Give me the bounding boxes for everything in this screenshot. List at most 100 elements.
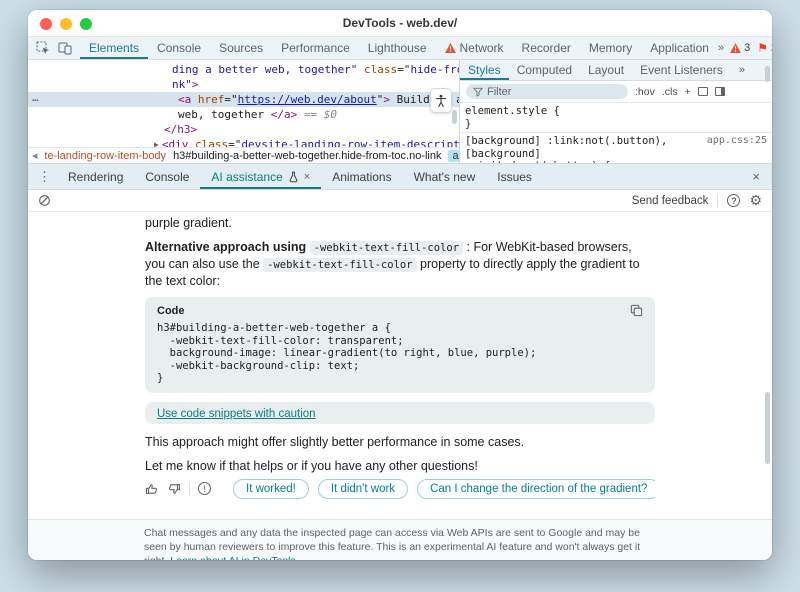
tab-whats-new[interactable]: What's new bbox=[403, 164, 487, 189]
stylesheet-source-link[interactable]: app.css:25 bbox=[707, 135, 767, 160]
styles-more-tabs-icon[interactable]: » bbox=[731, 60, 752, 80]
tab-computed[interactable]: Computed bbox=[509, 60, 580, 80]
devtools-window: DevTools - web.dev/ Elements Console Sou… bbox=[28, 10, 772, 560]
code-block-title: Code bbox=[157, 305, 185, 317]
toggle-element-state-button[interactable]: :hov bbox=[635, 86, 655, 98]
element-classes-button[interactable]: .cls bbox=[662, 86, 678, 98]
ai-disclaimer-footer: Chat messages and any data the inspected… bbox=[28, 519, 772, 560]
styles-rules: element.style { } [background] :link:not… bbox=[460, 103, 772, 163]
breadcrumb-item[interactable]: h3#building-a-better-web-together.hide-f… bbox=[173, 150, 441, 162]
experiment-flask-icon bbox=[288, 171, 299, 183]
ai-settings-gear-icon[interactable]: ⚙ bbox=[749, 193, 762, 209]
code-block-content[interactable]: h3#building-a-better-web-together a { -w… bbox=[157, 322, 643, 385]
context-row: a bbox=[145, 519, 655, 520]
tab-issues[interactable]: Issues bbox=[486, 164, 543, 189]
caution-link[interactable]: Use code snippets with caution bbox=[157, 408, 316, 420]
help-icon[interactable]: ? bbox=[727, 194, 740, 207]
tab-sources[interactable]: Sources bbox=[210, 37, 272, 59]
tab-application[interactable]: Application bbox=[641, 37, 718, 59]
breadcrumb: ◀ te-landing-row-item-body h3#building-a… bbox=[28, 147, 459, 163]
accessibility-button[interactable] bbox=[430, 88, 452, 113]
report-issue-icon[interactable]: ! bbox=[198, 482, 211, 495]
tab-memory[interactable]: Memory bbox=[580, 37, 641, 59]
styles-scrollbar[interactable] bbox=[765, 66, 770, 82]
ai-chat-area: purple gradient. Alternative approach us… bbox=[28, 212, 772, 519]
gutter-marker: … bbox=[32, 91, 39, 104]
send-feedback-button[interactable]: Send feedback bbox=[632, 195, 709, 207]
issues-badge[interactable]: ⚑ 29 bbox=[757, 41, 772, 55]
inspect-element-icon[interactable] bbox=[36, 41, 50, 55]
toolbar-divider bbox=[717, 194, 718, 207]
chat-scrollbar[interactable] bbox=[765, 392, 770, 464]
thumbs-down-icon[interactable] bbox=[167, 482, 181, 496]
code-caution-strip: Use code snippets with caution bbox=[145, 402, 655, 424]
dom-tree-line[interactable]: web, together </a> == $0 bbox=[28, 107, 459, 122]
tab-styles[interactable]: Styles bbox=[460, 60, 509, 80]
suggestion-chips: It worked! It didn't work Can I change t… bbox=[233, 479, 655, 499]
dom-tree-line[interactable]: nk"> bbox=[28, 77, 459, 92]
chat-paragraph: purple gradient. bbox=[145, 215, 655, 231]
panel-tabs: Elements Console Sources Performance Lig… bbox=[80, 37, 718, 59]
learn-about-ai-link[interactable]: Learn about AI in DevTools bbox=[170, 555, 296, 560]
tab-performance[interactable]: Performance bbox=[272, 37, 359, 59]
suggestion-chip[interactable]: It worked! bbox=[233, 479, 309, 499]
network-warning-icon bbox=[445, 43, 456, 53]
tab-animations[interactable]: Animations bbox=[321, 164, 402, 189]
window-title: DevTools - web.dev/ bbox=[343, 16, 457, 30]
copy-code-icon[interactable] bbox=[630, 304, 643, 317]
paint-format-icon[interactable] bbox=[698, 87, 708, 96]
dom-tree-line[interactable]: <a href="https://web.dev/about"> Buildin… bbox=[28, 92, 459, 107]
tab-rendering[interactable]: Rendering bbox=[57, 164, 134, 189]
computed-sidebar-icon[interactable] bbox=[715, 87, 725, 96]
suggestion-chip[interactable]: It didn't work bbox=[318, 479, 408, 499]
filter-funnel-icon bbox=[473, 87, 483, 97]
chat-paragraph: Alternative approach using -webkit-text-… bbox=[145, 239, 655, 289]
selected-element-chip[interactable]: a bbox=[168, 519, 187, 520]
feedback-row: ! It worked! It didn't work Can I change… bbox=[145, 479, 655, 499]
inline-code: -webkit-text-fill-color bbox=[310, 241, 463, 255]
breadcrumb-item[interactable]: te-landing-row-item-body bbox=[44, 150, 166, 162]
css-rule[interactable]: [background] :link:not(.button), [backgr… bbox=[465, 135, 767, 160]
clear-chat-icon[interactable] bbox=[38, 194, 51, 207]
rule-divider bbox=[460, 132, 772, 133]
tab-network[interactable]: Network bbox=[436, 37, 513, 59]
ai-toolbar: Send feedback ? ⚙ bbox=[28, 190, 772, 212]
titlebar: DevTools - web.dev/ bbox=[28, 10, 772, 37]
breadcrumb-item-selected[interactable]: a bbox=[448, 150, 459, 162]
elements-scrollbar[interactable] bbox=[452, 110, 457, 124]
suggestion-chip[interactable]: Can I change the direction of the gradie… bbox=[417, 479, 655, 499]
tab-layout[interactable]: Layout bbox=[580, 60, 632, 80]
tab-lighthouse[interactable]: Lighthouse bbox=[359, 37, 436, 59]
issues-flag-icon: ⚑ bbox=[757, 41, 768, 55]
dom-tree-line[interactable]: </h3> bbox=[28, 122, 459, 137]
tab-recorder[interactable]: Recorder bbox=[513, 37, 580, 59]
zoom-button[interactable] bbox=[80, 18, 92, 30]
chat-paragraph: Let me know if that helps or if you have… bbox=[145, 458, 655, 474]
code-block: Code h3#building-a-better-web-together a… bbox=[145, 297, 655, 393]
styles-filter-input[interactable]: Filter bbox=[466, 84, 628, 99]
new-style-rule-button[interactable]: + bbox=[685, 86, 691, 98]
chat-paragraph: This approach might offer slightly bette… bbox=[145, 434, 655, 450]
device-toolbar-icon[interactable] bbox=[58, 41, 72, 55]
tab-console[interactable]: Console bbox=[148, 37, 210, 59]
drawer-menu-icon[interactable]: ⋮ bbox=[28, 164, 57, 189]
minimize-button[interactable] bbox=[60, 18, 72, 30]
warnings-badge[interactable]: 3 bbox=[730, 42, 750, 54]
breadcrumb-back-icon[interactable]: ◀ bbox=[32, 152, 37, 160]
styles-filter-row: Filter :hov .cls + bbox=[460, 81, 772, 103]
styles-tabs: Styles Computed Layout Event Listeners » bbox=[460, 60, 772, 81]
drawer-tabs: ⋮ Rendering Console AI assistance × Anim… bbox=[28, 164, 772, 190]
more-tabs-icon[interactable]: » bbox=[718, 42, 723, 54]
close-tab-icon[interactable]: × bbox=[304, 171, 310, 183]
devtools-toolbar: Elements Console Sources Performance Lig… bbox=[28, 37, 772, 60]
tab-ai-assistance[interactable]: AI assistance × bbox=[200, 164, 321, 189]
close-button[interactable] bbox=[40, 18, 52, 30]
tab-drawer-console[interactable]: Console bbox=[134, 164, 200, 189]
element-style-rule[interactable]: element.style { } bbox=[465, 105, 767, 130]
drawer: ⋮ Rendering Console AI assistance × Anim… bbox=[28, 163, 772, 560]
tab-elements[interactable]: Elements bbox=[80, 37, 148, 59]
thumbs-up-icon[interactable] bbox=[145, 482, 159, 496]
close-drawer-icon[interactable]: × bbox=[740, 164, 772, 189]
dom-tree-line[interactable]: ding a better web, together" class="hide… bbox=[28, 62, 459, 77]
tab-event-listeners[interactable]: Event Listeners bbox=[632, 60, 731, 80]
